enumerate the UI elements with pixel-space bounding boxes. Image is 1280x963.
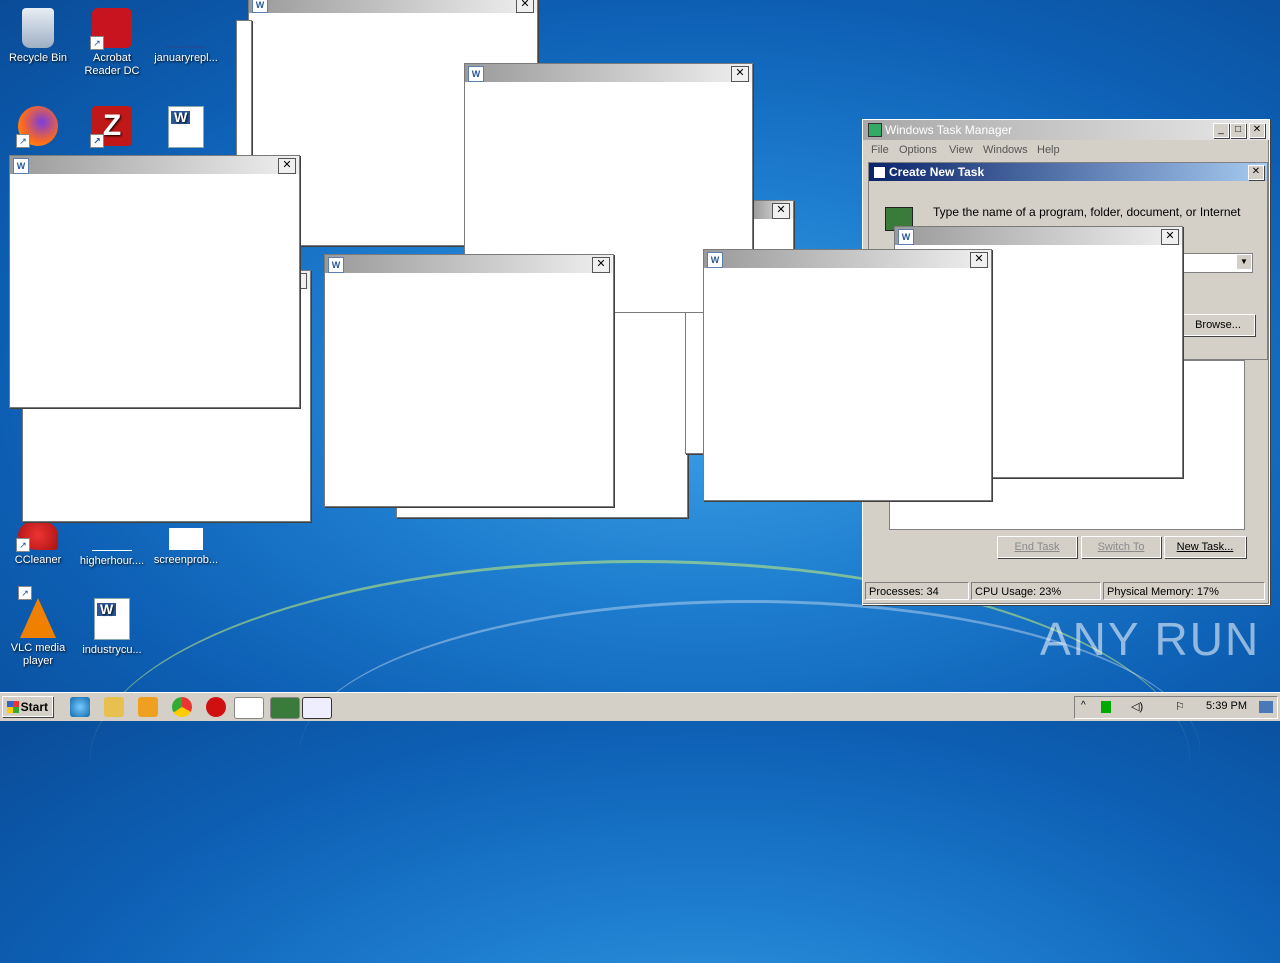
desktop-icon-firefox[interactable]: ↗ <box>0 102 76 150</box>
show-hidden-icons-icon[interactable]: ^ <box>1081 700 1086 711</box>
dialog-text: Type the name of a program, folder, docu… <box>933 205 1241 219</box>
blank-word-window[interactable]: W ✕ <box>324 254 614 507</box>
menu-options[interactable]: Options <box>899 144 937 156</box>
media-player-icon[interactable] <box>138 697 158 717</box>
blank-word-window[interactable] <box>685 312 705 454</box>
task-manager-title: Windows Task Manager <box>885 123 1013 137</box>
task-manager-taskbar-icon[interactable] <box>270 697 300 719</box>
close-icon[interactable]: ✕ <box>516 0 534 13</box>
firefox-icon: ↗ <box>16 106 58 148</box>
close-icon[interactable]: ✕ <box>1161 229 1179 245</box>
acrobat-icon: ↗ <box>90 8 132 50</box>
dialog-icon <box>873 166 886 179</box>
end-task-button[interactable]: End Task <box>997 536 1077 558</box>
word-icon: W <box>252 0 268 13</box>
opera-icon[interactable] <box>206 697 226 717</box>
desktop-icon-acrobat[interactable]: ↗ Acrobat Reader DC <box>74 4 150 78</box>
menu-file[interactable]: File <box>871 144 889 156</box>
ie-icon[interactable] <box>70 697 90 717</box>
close-icon[interactable]: ✕ <box>731 66 749 82</box>
maximize-button[interactable]: □ <box>1230 123 1246 138</box>
status-memory: Physical Memory: 17% <box>1103 582 1265 600</box>
blank-word-window[interactable]: W ✕ <box>703 249 992 501</box>
menu-view[interactable]: View <box>949 144 973 156</box>
anyrun-watermark: ANY RUN <box>1040 613 1261 665</box>
close-icon[interactable]: ✕ <box>772 203 790 219</box>
dialog-titlebar[interactable]: Create New Task ✕ <box>869 163 1267 181</box>
switch-to-button[interactable]: Switch To <box>1081 536 1161 558</box>
word-icon: W <box>328 257 344 273</box>
dialog-close-button[interactable]: ✕ <box>1248 165 1264 180</box>
new-task-button[interactable]: New Task... <box>1164 536 1246 558</box>
word-icon: W <box>468 66 484 82</box>
explorer-icon[interactable] <box>104 697 124 717</box>
desktop-icon-vlc[interactable]: ↗ VLC media player <box>0 586 76 668</box>
chrome-icon[interactable] <box>172 697 192 717</box>
task-manager-icon <box>868 123 882 137</box>
chevron-down-icon[interactable]: ▼ <box>1237 255 1251 269</box>
status-cpu: CPU Usage: 23% <box>971 582 1101 600</box>
menu-windows[interactable]: Windows <box>983 144 1028 156</box>
word-icon: W <box>13 158 29 174</box>
flag-icon[interactable]: ⚐ <box>1175 700 1185 713</box>
close-icon[interactable]: ✕ <box>278 158 296 174</box>
word-doc-icon <box>166 8 206 48</box>
desktop-icon-industrycu[interactable]: W industrycu... <box>74 594 150 657</box>
desktop-icon-recycle-bin[interactable]: Recycle Bin <box>0 4 76 65</box>
windows-logo-icon <box>7 701 19 713</box>
minimize-button[interactable]: _ <box>1213 123 1229 138</box>
word-taskbar-icon[interactable] <box>234 697 264 719</box>
word-doc-icon: W <box>168 106 204 148</box>
clock[interactable]: 5:39 PM <box>1206 700 1247 712</box>
recycle-bin-icon <box>22 8 54 48</box>
dialog-title: Create New Task <box>889 165 985 179</box>
task-manager-titlebar[interactable]: Windows Task Manager _ □ ✕ <box>863 120 1269 140</box>
menu-help[interactable]: Help <box>1037 144 1060 156</box>
status-processes: Processes: 34 <box>865 582 969 600</box>
taskbar: Start ^ ◁) ⚐ 5:39 PM <box>0 692 1280 721</box>
network-icon[interactable] <box>1101 701 1111 713</box>
desktop-icon-word-doc[interactable]: W <box>148 102 224 152</box>
volume-icon[interactable]: ◁) <box>1131 700 1143 713</box>
close-button[interactable]: ✕ <box>1249 123 1265 138</box>
ccleaner-icon: ↗ <box>16 520 58 552</box>
desktop-icon-filezilla[interactable]: Z ↗ <box>74 102 150 150</box>
close-icon[interactable]: ✕ <box>592 257 610 273</box>
word-doc-icon <box>92 520 132 551</box>
word-icon: W <box>898 229 914 245</box>
run-taskbar-icon[interactable] <box>302 697 332 719</box>
show-desktop-icon[interactable] <box>1259 701 1273 713</box>
start-button[interactable]: Start <box>2 696 53 717</box>
word-doc-icon: W <box>94 598 130 640</box>
filezilla-icon: Z ↗ <box>90 106 132 148</box>
blank-word-window[interactable]: ✕ <box>752 200 794 250</box>
browse-button[interactable]: Browse... <box>1181 314 1255 336</box>
word-icon: W <box>707 252 723 268</box>
task-manager-menubar: File Options View Windows Help <box>863 140 1269 160</box>
system-tray: ^ ◁) ⚐ 5:39 PM <box>1074 696 1278 719</box>
blank-word-window[interactable]: W ✕ <box>9 155 300 408</box>
vlc-icon: ↗ <box>18 586 56 638</box>
desktop-icon-januaryrepl[interactable]: januaryrepl... <box>148 4 224 65</box>
close-icon[interactable]: ✕ <box>970 252 988 268</box>
word-doc-icon <box>169 528 203 550</box>
